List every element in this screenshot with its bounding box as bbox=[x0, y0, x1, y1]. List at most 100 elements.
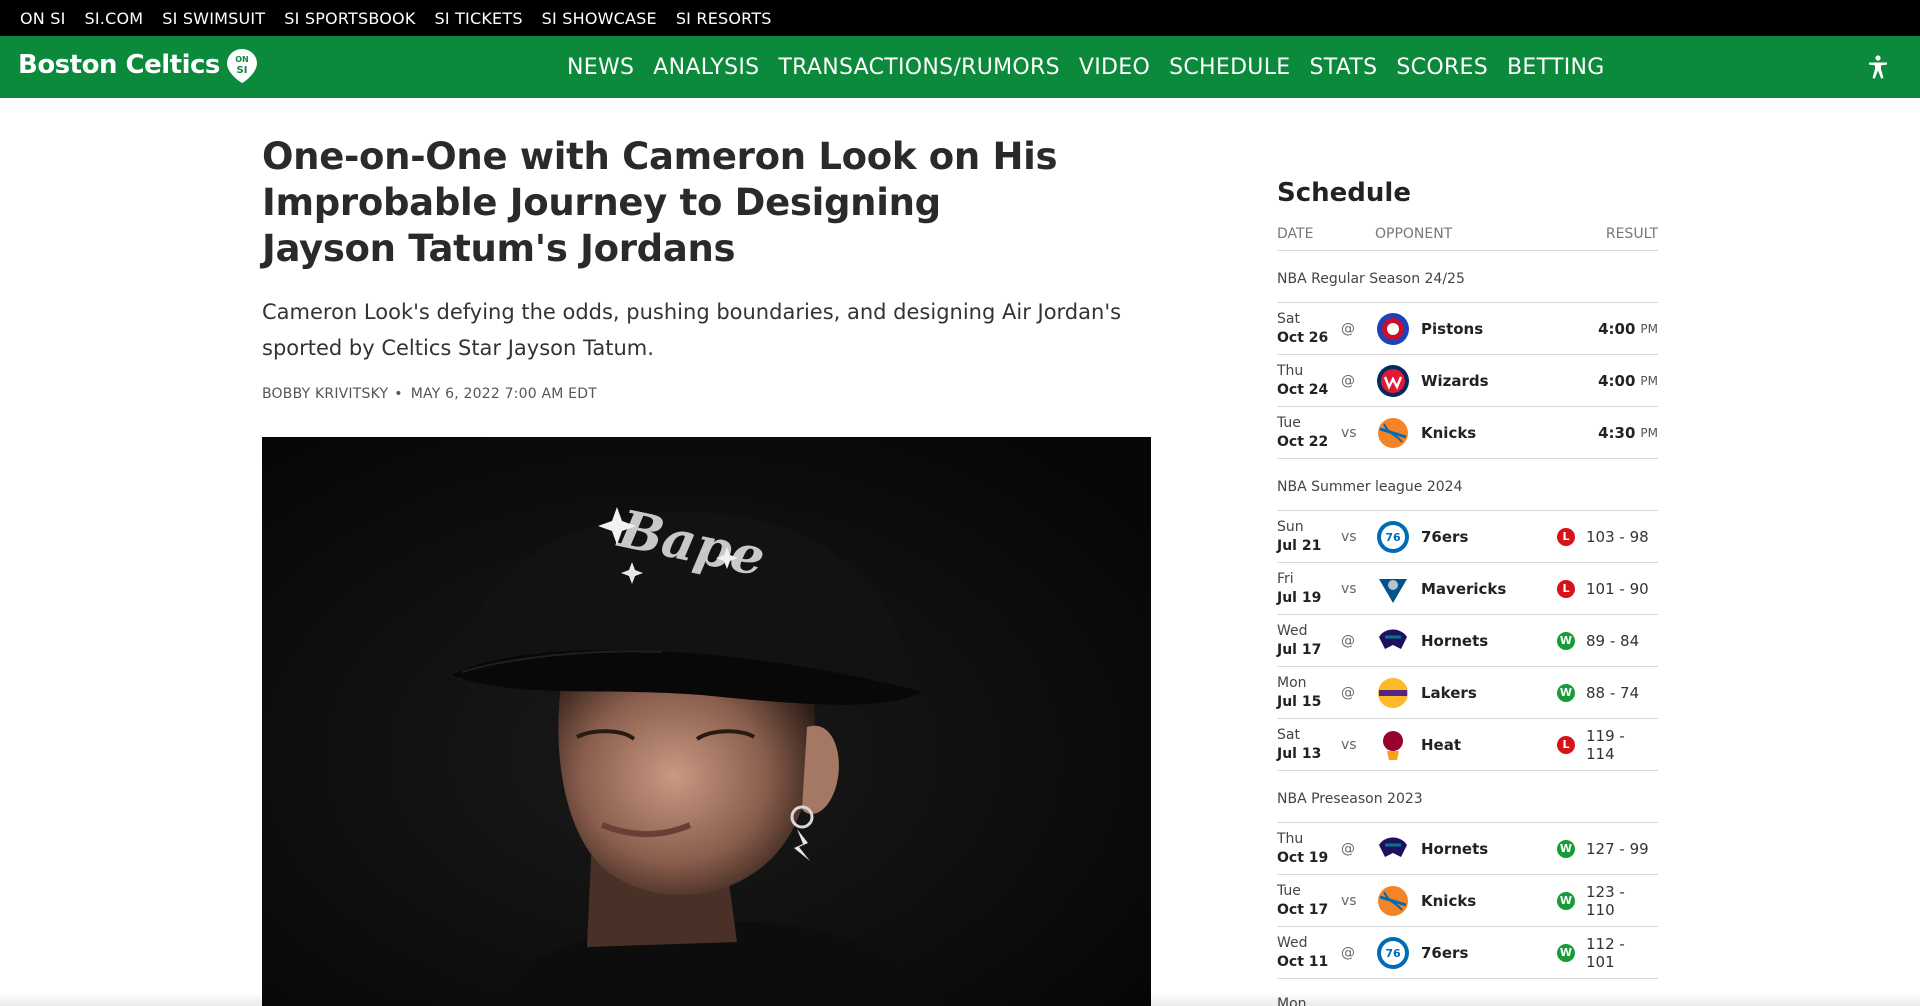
game-result: W 112 - 101 bbox=[1548, 935, 1658, 971]
topbar-link-si-showcase[interactable]: SI SHOWCASE bbox=[542, 9, 657, 28]
game-month-day: Oct 22 bbox=[1277, 433, 1329, 450]
game-result: 4:00 PM bbox=[1548, 320, 1658, 338]
opponent-name[interactable]: Lakers bbox=[1421, 684, 1548, 702]
game-result: 4:00 PM bbox=[1548, 372, 1658, 390]
home-away-indicator: @ bbox=[1341, 944, 1355, 961]
opponent-name[interactable]: Mavericks bbox=[1421, 580, 1548, 598]
game-score: 103 - 98 bbox=[1586, 527, 1649, 546]
article-headline: One-on-One with Cameron Look on His Impr… bbox=[262, 135, 1058, 270]
topbar-link-on-si[interactable]: ON SI bbox=[20, 9, 66, 28]
opponent-name[interactable]: 76ers bbox=[1421, 944, 1548, 962]
publish-date: MAY 6, 2022 7:00 AM EDT bbox=[410, 386, 597, 402]
schedule-game-row[interactable]: Sat Oct 26 @ Pistons 4:00 PM bbox=[1277, 303, 1658, 355]
home-away-indicator: @ bbox=[1341, 372, 1355, 389]
home-away-indicator: vs bbox=[1341, 528, 1357, 545]
nav-item-stats[interactable]: STATS bbox=[1309, 55, 1377, 80]
schedule-game-row[interactable]: Wed Jul 17 @ Hornets W 89 - 84 bbox=[1277, 615, 1658, 667]
game-day-of-week: Tue bbox=[1277, 882, 1301, 899]
author-name[interactable]: BOBBY KRIVITSKY bbox=[262, 386, 388, 402]
game-date: Thu Oct 19 bbox=[1277, 830, 1341, 868]
game-month-day: Jul 17 bbox=[1277, 641, 1322, 658]
game-score: 119 - 114 bbox=[1586, 726, 1625, 763]
schedule-game-row[interactable]: Thu Oct 24 @ Wizards 4:00 PM bbox=[1277, 355, 1658, 407]
game-date: Thu Oct 24 bbox=[1277, 362, 1341, 400]
game-day-of-week: Sat bbox=[1277, 726, 1300, 743]
game-day-of-week: Tue bbox=[1277, 414, 1301, 431]
byline: BOBBY KRIVITSKY • MAY 6, 2022 7:00 AM ED… bbox=[262, 386, 1152, 402]
game-month-day: Oct 17 bbox=[1277, 901, 1329, 918]
game-time: 4:30 bbox=[1598, 423, 1636, 442]
topbar-link-si-resorts[interactable]: SI RESORTS bbox=[676, 9, 772, 28]
schedule-game-row[interactable]: Sun Jul 21 vs 76 76ers L 103 - 98 bbox=[1277, 511, 1658, 563]
nav-item-news[interactable]: NEWS bbox=[567, 55, 634, 80]
si-network-bar: ON SI SI.COM SI SWIMSUIT SI SPORTSBOOK S… bbox=[0, 0, 1920, 36]
opponent-name[interactable]: Knicks bbox=[1421, 892, 1548, 910]
schedule-game-row[interactable]: Mon Jul 15 @ Lakers W 88 - 74 bbox=[1277, 667, 1658, 719]
accessibility-icon[interactable] bbox=[1864, 53, 1892, 81]
game-date: Fri Jul 19 bbox=[1277, 570, 1341, 608]
heat-logo bbox=[1375, 727, 1411, 763]
game-day-of-week: Sun bbox=[1277, 518, 1304, 535]
game-result: L 101 - 90 bbox=[1548, 579, 1658, 598]
game-score: 89 - 84 bbox=[1586, 631, 1640, 650]
schedule-section-label: NBA Regular Season 24/25 bbox=[1277, 251, 1658, 303]
schedule-game-row[interactable]: Fri Jul 19 vs Mavericks L 101 - 90 bbox=[1277, 563, 1658, 615]
opponent-name[interactable]: Hornets bbox=[1421, 840, 1548, 858]
schedule-title: Schedule bbox=[1277, 178, 1411, 208]
schedule-game-row[interactable]: Sat Jul 13 vs Heat L 119 - 114 bbox=[1277, 719, 1658, 771]
topbar-link-si-swimsuit[interactable]: SI SWIMSUIT bbox=[162, 9, 265, 28]
topbar-link-si-com[interactable]: SI.COM bbox=[85, 9, 144, 28]
opponent-name[interactable]: Hornets bbox=[1421, 632, 1548, 650]
schedule-game-row[interactable]: Wed Oct 11 @76 76ers W 112 - 101 bbox=[1277, 927, 1658, 979]
viewport-bottom-shadow bbox=[0, 992, 1920, 1006]
nav-item-transactions-rumors[interactable]: TRANSACTIONS/RUMORS bbox=[778, 55, 1059, 80]
schedule-game-row[interactable]: Thu Oct 19 @ Hornets W 127 - 99 bbox=[1277, 823, 1658, 875]
game-date: Tue Oct 17 bbox=[1277, 882, 1341, 920]
game-result: W 88 - 74 bbox=[1548, 683, 1658, 702]
topbar-link-si-tickets[interactable]: SI TICKETS bbox=[435, 9, 523, 28]
76ers-logo: 76 bbox=[1375, 935, 1411, 971]
game-month-day: Jul 21 bbox=[1277, 537, 1322, 554]
opponent-name[interactable]: Heat bbox=[1421, 736, 1548, 754]
game-day-of-week: Wed bbox=[1277, 622, 1308, 639]
win-badge: W bbox=[1557, 839, 1575, 858]
game-month-day: Oct 24 bbox=[1277, 381, 1329, 398]
byline-separator: • bbox=[394, 386, 403, 402]
game-day-of-week: Thu bbox=[1277, 830, 1304, 847]
opponent-name[interactable]: Pistons bbox=[1421, 320, 1548, 338]
nav-item-schedule[interactable]: SCHEDULE bbox=[1169, 55, 1290, 80]
site-logo[interactable]: Boston Celtics ON SI bbox=[18, 48, 258, 83]
opponent-name[interactable]: Knicks bbox=[1421, 424, 1548, 442]
game-date: Wed Oct 11 bbox=[1277, 934, 1341, 972]
topbar-link-si-sportsbook[interactable]: SI SPORTSBOOK bbox=[284, 9, 415, 28]
article: One-on-One with Cameron Look on His Impr… bbox=[262, 98, 1152, 1006]
game-date: Tue Oct 22 bbox=[1277, 414, 1341, 452]
game-time: 4:00 bbox=[1598, 319, 1636, 338]
game-month-day: Jul 19 bbox=[1277, 589, 1322, 606]
game-result: W 89 - 84 bbox=[1548, 631, 1658, 650]
win-badge: W bbox=[1557, 683, 1575, 702]
home-away-indicator: vs bbox=[1341, 424, 1357, 441]
game-time-ampm: PM bbox=[1640, 321, 1658, 336]
opponent-name[interactable]: Wizards bbox=[1421, 372, 1548, 390]
nav-item-analysis[interactable]: ANALYSIS bbox=[653, 55, 759, 80]
game-day-of-week: Mon bbox=[1277, 674, 1307, 691]
knicks-logo bbox=[1375, 883, 1411, 919]
win-badge: W bbox=[1557, 943, 1575, 962]
loss-badge: L bbox=[1557, 735, 1575, 754]
game-score: 88 - 74 bbox=[1586, 683, 1640, 702]
hero-image[interactable]: Bape bbox=[262, 437, 1151, 1006]
column-date: DATE bbox=[1277, 226, 1314, 242]
game-date: Mon Jul 15 bbox=[1277, 674, 1341, 712]
nav-item-betting[interactable]: BETTING bbox=[1507, 55, 1605, 80]
schedule-game-row[interactable]: Tue Oct 17 vs Knicks W 123 - 110 bbox=[1277, 875, 1658, 927]
schedule-game-row[interactable]: Tue Oct 22 vs Knicks 4:30 PM bbox=[1277, 407, 1658, 459]
opponent-name[interactable]: 76ers bbox=[1421, 528, 1548, 546]
game-result: L 119 - 114 bbox=[1548, 727, 1658, 763]
home-away-indicator: @ bbox=[1341, 840, 1355, 857]
home-away-indicator: vs bbox=[1341, 736, 1357, 753]
nav-item-video[interactable]: VIDEO bbox=[1079, 55, 1150, 80]
game-time-ampm: PM bbox=[1640, 373, 1658, 388]
game-date: Sat Oct 26 bbox=[1277, 310, 1341, 348]
nav-item-scores[interactable]: SCORES bbox=[1396, 55, 1488, 80]
